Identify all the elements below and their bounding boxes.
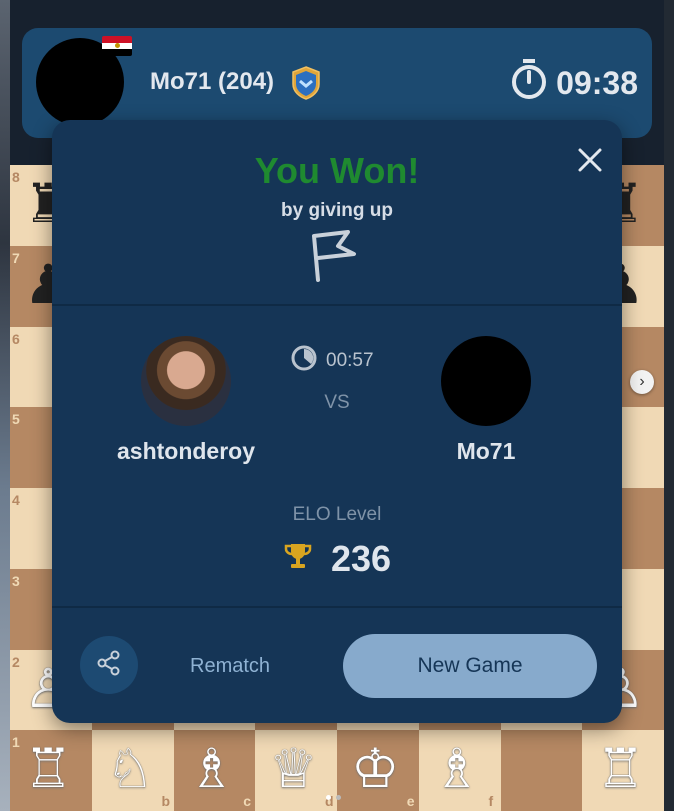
background-strip-right bbox=[664, 0, 674, 811]
rematch-button[interactable]: Rematch bbox=[190, 655, 270, 678]
file-label: c bbox=[243, 793, 252, 809]
divider bbox=[52, 606, 622, 608]
rank-label: 8 bbox=[12, 169, 20, 185]
elo-value-row: 236 bbox=[52, 538, 622, 580]
rank-label: 4 bbox=[12, 492, 20, 508]
share-button[interactable] bbox=[80, 636, 138, 694]
board-square[interactable] bbox=[500, 730, 583, 811]
new-game-button[interactable]: New Game bbox=[343, 634, 597, 698]
chess-piece[interactable]: ♖ bbox=[24, 742, 72, 796]
chess-piece[interactable]: ♗ bbox=[188, 742, 236, 796]
game-time: 00:57 bbox=[290, 344, 374, 378]
shield-rank-icon bbox=[290, 65, 322, 106]
rank-label: 3 bbox=[12, 572, 20, 589]
file-label: b bbox=[161, 793, 171, 809]
result-title: You Won! bbox=[254, 150, 420, 191]
chess-piece[interactable]: ♖ bbox=[596, 742, 644, 796]
player-name: Mo71 bbox=[456, 438, 516, 464]
trophy-icon bbox=[283, 538, 313, 580]
result-modal: You Won! by giving up ashtonderoy 00:57 … bbox=[52, 120, 622, 723]
rank-label: 5 bbox=[12, 411, 20, 428]
egypt-flag-icon bbox=[102, 36, 132, 56]
chess-piece[interactable]: ♕ bbox=[269, 742, 317, 796]
resign-flag-icon bbox=[304, 224, 364, 289]
rank-label: 7 bbox=[12, 249, 20, 266]
chess-piece[interactable]: ♔ bbox=[351, 742, 399, 796]
game-time-value: 00:57 bbox=[326, 350, 374, 371]
divider bbox=[52, 304, 622, 306]
elo-label: ELO Level bbox=[292, 504, 382, 525]
opponent-name: Mo71 (204) bbox=[150, 68, 275, 95]
chess-piece[interactable]: ♘ bbox=[106, 742, 154, 796]
player-right[interactable]: Mo71 bbox=[386, 336, 586, 465]
player-name: ashtonderoy bbox=[116, 438, 256, 464]
next-arrow-button[interactable]: › bbox=[630, 370, 654, 394]
share-icon bbox=[95, 649, 123, 682]
rank-label: 6 bbox=[12, 330, 20, 347]
file-label: f bbox=[488, 793, 494, 809]
opponent-clock: 09:38 bbox=[510, 58, 638, 108]
result-reason: by giving up bbox=[281, 200, 393, 221]
chess-piece[interactable]: ♗ bbox=[433, 742, 481, 796]
rank-label: 2 bbox=[12, 653, 20, 670]
clock-icon bbox=[290, 344, 318, 378]
rank-label: 1 bbox=[12, 734, 20, 751]
clock-time: 09:38 bbox=[556, 64, 638, 101]
file-label: e bbox=[406, 793, 415, 809]
elo-value: 236 bbox=[330, 538, 392, 579]
page-indicator bbox=[326, 795, 341, 800]
stopwatch-icon bbox=[510, 58, 548, 108]
background-strip-left bbox=[0, 0, 10, 811]
avatar bbox=[441, 336, 531, 426]
